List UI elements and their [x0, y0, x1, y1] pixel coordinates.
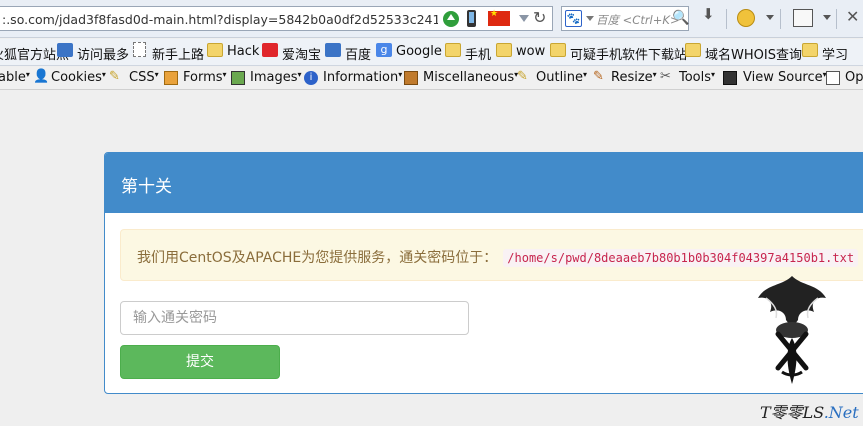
page-icon: [133, 42, 146, 57]
outline-icon: ✎: [517, 69, 528, 84]
folder-icon: [496, 43, 512, 57]
devtools-menu-item[interactable]: Cookies▾: [51, 70, 106, 85]
page-icon: [57, 43, 73, 57]
folder-icon: [802, 43, 818, 57]
view-source-icon: [723, 71, 737, 85]
china-flag-icon[interactable]: [488, 9, 510, 26]
bookmark-item[interactable]: 爱淘宝: [282, 44, 321, 63]
image-icon: [231, 71, 245, 85]
resize-icon: ✎: [593, 69, 604, 84]
info-icon: i: [304, 71, 318, 85]
folder-icon: [685, 43, 701, 57]
tools-icon: ✂: [660, 69, 671, 84]
favorite-dropdown-icon[interactable]: [766, 15, 774, 20]
dragon-watermark-logo: [758, 276, 826, 384]
bookmark-item[interactable]: 学习: [822, 44, 848, 63]
toolbar-separator: [836, 9, 837, 29]
css-icon: ✎: [109, 69, 120, 84]
taobao-icon: [262, 43, 278, 57]
bookmark-item[interactable]: 新手上路: [152, 44, 204, 63]
forms-icon: [164, 71, 178, 85]
devtools-menu-item[interactable]: able▾: [0, 70, 30, 85]
watermark-text: T零零LS.Net: [760, 403, 859, 422]
bookmark-item[interactable]: 百度: [345, 44, 371, 63]
search-placeholder[interactable]: 百度 <Ctrl+K>: [596, 12, 680, 28]
bookmark-item[interactable]: 可疑手机软件下载站: [570, 44, 687, 63]
bookmark-item[interactable]: 手机: [465, 44, 491, 63]
url-dropdown-icon[interactable]: [519, 15, 529, 22]
devtools-menu-item[interactable]: Op: [845, 70, 863, 85]
reload-icon[interactable]: ↻: [533, 8, 546, 27]
devtools-menu-item[interactable]: Resize▾: [611, 70, 657, 85]
bookmark-item[interactable]: 域名WHOIS查询: [705, 44, 802, 63]
phone-icon[interactable]: [467, 10, 476, 27]
bookmarks-bar: 火狐官方站点 访问最多 新手上路 Hack 爱淘宝 百度 g Google 手机…: [0, 39, 863, 66]
devtools-menu-item[interactable]: Images▾: [250, 70, 302, 85]
close-icon[interactable]: ✕: [846, 7, 859, 26]
cookie-icon: 👤: [33, 69, 50, 84]
url-bar[interactable]: :.so.com/jdad3f8fasd0d-main.html?display…: [0, 6, 553, 31]
devtools-menu-item[interactable]: Miscellaneous▾: [423, 70, 518, 85]
devtools-menu-item[interactable]: View Source▾: [743, 70, 827, 85]
devtools-menu-item[interactable]: Forms▾: [183, 70, 227, 85]
url-text[interactable]: :.so.com/jdad3f8fasd0d-main.html?display…: [2, 12, 438, 27]
go-arrow-icon[interactable]: [443, 11, 459, 27]
bookmark-item[interactable]: Hack: [227, 44, 259, 59]
google-icon: g: [376, 43, 392, 57]
password-input[interactable]: [120, 301, 469, 335]
search-engine-dropdown-icon[interactable]: [586, 16, 594, 21]
misc-icon: [404, 71, 418, 85]
search-bar[interactable]: 🐾 百度 <Ctrl+K> 🔍: [561, 6, 689, 31]
baidu-icon: [325, 43, 341, 57]
baidu-icon[interactable]: 🐾: [565, 10, 582, 27]
toolbar-separator: [780, 9, 781, 29]
devtools-menu-item[interactable]: Outline▾: [536, 70, 587, 85]
options-icon: [826, 71, 840, 85]
bookmark-item[interactable]: Google: [396, 44, 442, 59]
folder-icon: [550, 43, 566, 57]
bookmark-item[interactable]: wow: [516, 44, 545, 59]
devtools-menu-item[interactable]: Tools▾: [679, 70, 715, 85]
folder-icon: [207, 43, 223, 57]
devtools-menu-item[interactable]: CSS▾: [129, 70, 159, 85]
download-icon[interactable]: ⬇: [702, 5, 715, 23]
screenshot-icon[interactable]: [793, 9, 813, 27]
submit-button[interactable]: 提交: [120, 345, 280, 379]
panel-title: 第十关: [105, 153, 863, 213]
toolbar-separator: [726, 9, 727, 29]
challenge-panel: 第十关 我们用CentOS及APACHE为您提供服务，通关密码位于： /home/…: [104, 152, 863, 394]
folder-icon: [445, 43, 461, 57]
alert-text: 我们用CentOS及APACHE为您提供服务，通关密码位于：: [137, 250, 498, 266]
web-developer-toolbar: able▾ 👤 Cookies▾ ✎ CSS▾ Forms▾ Images▾ i…: [0, 67, 863, 90]
bookmark-item[interactable]: 访问最多: [77, 44, 129, 63]
screenshot-dropdown-icon[interactable]: [823, 15, 831, 20]
browser-toolbar: :.so.com/jdad3f8fasd0d-main.html?display…: [0, 0, 863, 38]
password-file-path: /home/s/pwd/8deaaeb7b80b1b0b304f04397a41…: [503, 249, 859, 267]
magnifier-icon[interactable]: 🔍: [672, 10, 689, 26]
star-icon[interactable]: [737, 9, 755, 27]
devtools-menu-item[interactable]: Information▾: [323, 70, 402, 85]
